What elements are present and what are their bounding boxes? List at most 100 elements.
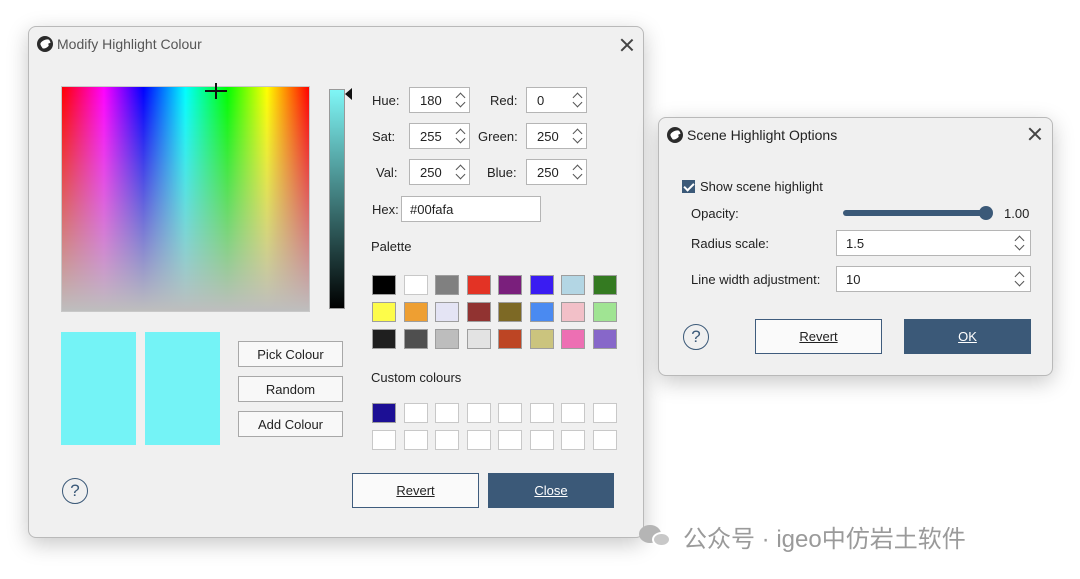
new-colour-preview bbox=[61, 332, 136, 445]
current-colour-preview bbox=[145, 332, 220, 445]
dialog-title: Modify Highlight Colour bbox=[57, 36, 202, 52]
close-icon[interactable] bbox=[1025, 124, 1045, 144]
custom-colour-swatch[interactable] bbox=[466, 403, 491, 423]
sat-spinbox[interactable]: 255 bbox=[409, 123, 470, 149]
custom-colour-swatch[interactable] bbox=[592, 403, 617, 423]
palette-swatch[interactable] bbox=[403, 275, 428, 295]
palette-swatch[interactable] bbox=[561, 275, 585, 295]
opacity-slider-handle[interactable] bbox=[979, 206, 993, 220]
palette-swatch[interactable] bbox=[435, 302, 459, 322]
palette-swatch[interactable] bbox=[435, 329, 459, 349]
hue-spinbox[interactable]: 180 bbox=[409, 87, 470, 113]
red-label: Red: bbox=[490, 93, 518, 108]
palette-label: Palette bbox=[371, 239, 412, 254]
dialog-title: Scene Highlight Options bbox=[687, 127, 838, 143]
palette-swatch[interactable] bbox=[561, 302, 585, 322]
palette-swatch[interactable] bbox=[529, 275, 554, 295]
custom-colour-swatch[interactable] bbox=[529, 430, 554, 450]
spin-arrows-icon[interactable] bbox=[572, 162, 584, 182]
val-value: 250 bbox=[420, 165, 442, 180]
hue-label: Hue: bbox=[372, 93, 400, 108]
palette-swatch[interactable] bbox=[372, 275, 396, 295]
crosshair-icon[interactable] bbox=[205, 83, 227, 105]
palette-swatch[interactable] bbox=[403, 329, 428, 349]
custom-colour-swatch[interactable] bbox=[372, 430, 396, 450]
red-spinbox[interactable]: 0 bbox=[526, 87, 587, 113]
modify-highlight-colour-dialog: Modify Highlight Colour Pick Colour Rand… bbox=[28, 26, 644, 538]
green-spinbox[interactable]: 250 bbox=[526, 123, 587, 149]
custom-colour-swatch[interactable] bbox=[561, 403, 585, 423]
palette-swatch[interactable] bbox=[529, 302, 554, 322]
random-button[interactable]: Random bbox=[238, 376, 343, 402]
palette-swatch[interactable] bbox=[466, 329, 491, 349]
help-icon[interactable]: ? bbox=[62, 478, 88, 504]
spin-arrows-icon[interactable] bbox=[1014, 233, 1026, 253]
custom-colour-swatch[interactable] bbox=[403, 430, 428, 450]
radius-scale-label: Radius scale: bbox=[691, 236, 770, 251]
spin-arrows-icon[interactable] bbox=[1014, 269, 1026, 289]
line-width-spinbox[interactable]: 10 bbox=[836, 266, 1031, 292]
palette-swatch[interactable] bbox=[561, 329, 585, 349]
red-value: 0 bbox=[537, 93, 545, 108]
blue-value: 250 bbox=[537, 165, 559, 180]
green-value: 250 bbox=[537, 129, 559, 144]
custom-colour-swatch[interactable] bbox=[529, 403, 554, 423]
revert-button[interactable]: Revert bbox=[352, 473, 479, 508]
palette-swatch[interactable] bbox=[592, 275, 617, 295]
ok-label: OK bbox=[958, 329, 977, 344]
palette-swatch[interactable] bbox=[466, 302, 491, 322]
custom-colour-swatch[interactable] bbox=[466, 430, 491, 450]
palette-swatch[interactable] bbox=[372, 329, 396, 349]
close-button[interactable]: Close bbox=[488, 473, 614, 508]
sat-value: 255 bbox=[420, 129, 442, 144]
palette-swatch[interactable] bbox=[529, 329, 554, 349]
watermark-text: 公众号 · igeo中仿岩土软件 bbox=[683, 525, 966, 553]
pick-colour-button[interactable]: Pick Colour bbox=[238, 341, 343, 367]
palette-swatch[interactable] bbox=[498, 329, 522, 349]
show-scene-highlight-checkbox[interactable] bbox=[682, 180, 695, 193]
custom-colour-swatch[interactable] bbox=[403, 403, 428, 423]
palette-swatch[interactable] bbox=[498, 275, 522, 295]
custom-colour-swatch[interactable] bbox=[435, 403, 459, 423]
custom-colour-swatch[interactable] bbox=[498, 403, 522, 423]
spin-arrows-icon[interactable] bbox=[572, 90, 584, 110]
add-colour-button[interactable]: Add Colour bbox=[238, 411, 343, 437]
palette-swatch[interactable] bbox=[498, 302, 522, 322]
spin-arrows-icon[interactable] bbox=[572, 126, 584, 146]
palette-swatch[interactable] bbox=[592, 329, 617, 349]
palette-swatch[interactable] bbox=[403, 302, 428, 322]
value-pointer-icon[interactable] bbox=[345, 88, 352, 100]
spin-arrows-icon[interactable] bbox=[455, 126, 467, 146]
custom-colour-swatch[interactable] bbox=[561, 430, 585, 450]
custom-colour-swatch[interactable] bbox=[592, 430, 617, 450]
spin-arrows-icon[interactable] bbox=[455, 162, 467, 182]
close-icon[interactable] bbox=[617, 35, 637, 55]
ok-button[interactable]: OK bbox=[904, 319, 1031, 354]
scene-highlight-options-dialog: Scene Highlight Options Show scene highl… bbox=[658, 117, 1053, 376]
line-width-label: Line width adjustment: bbox=[691, 272, 821, 287]
hex-input[interactable] bbox=[401, 196, 541, 222]
value-slider[interactable] bbox=[329, 89, 345, 309]
hue-value: 180 bbox=[420, 93, 442, 108]
custom-colour-swatch[interactable] bbox=[435, 430, 459, 450]
revert-button[interactable]: Revert bbox=[755, 319, 882, 354]
palette-swatch[interactable] bbox=[592, 302, 617, 322]
radius-scale-spinbox[interactable]: 1.5 bbox=[836, 230, 1031, 256]
palette-swatch[interactable] bbox=[372, 302, 396, 322]
app-logo-icon bbox=[667, 127, 683, 143]
blue-spinbox[interactable]: 250 bbox=[526, 159, 587, 185]
colour-spectrum[interactable] bbox=[61, 83, 310, 312]
custom-colour-swatch[interactable] bbox=[498, 430, 522, 450]
palette-swatch[interactable] bbox=[435, 275, 459, 295]
revert-label: Revert bbox=[799, 329, 838, 344]
val-spinbox[interactable]: 250 bbox=[409, 159, 470, 185]
pick-colour-label: Pick Colour bbox=[257, 346, 324, 362]
custom-colour-swatch[interactable] bbox=[372, 403, 396, 423]
app-logo-icon bbox=[37, 36, 53, 52]
spin-arrows-icon[interactable] bbox=[455, 90, 467, 110]
help-icon[interactable]: ? bbox=[683, 324, 709, 350]
watermark: 公众号 · igeo中仿岩土软件 bbox=[639, 519, 966, 553]
palette-swatch[interactable] bbox=[466, 275, 491, 295]
opacity-slider[interactable] bbox=[843, 210, 989, 216]
sat-label: Sat: bbox=[372, 129, 396, 144]
